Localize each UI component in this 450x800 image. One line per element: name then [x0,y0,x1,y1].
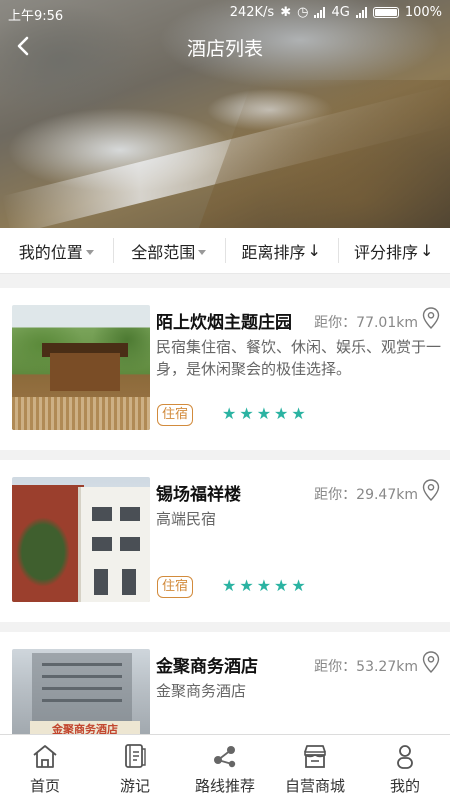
sort-by-distance[interactable]: 距离排序 ↓ [225,228,338,273]
filter-label: 全部范围 [131,242,196,262]
location-pin-icon[interactable] [422,651,440,673]
star-icon: ★ [239,404,254,423]
star-icon: ★ [291,404,306,423]
hotel-description: 金聚商务酒店 [156,682,247,700]
nav-label: 路线推荐 [194,777,255,795]
star-icon: ★ [291,576,306,595]
battery-icon [372,7,399,18]
nav-home[interactable]: 首页 [0,735,90,800]
location-pin-icon[interactable] [422,479,440,501]
nav-route[interactable]: 路线推荐 [180,735,270,800]
status-bar: 上午9:56 242K/s ✱ ◷ 4G 100% [0,0,450,26]
hotel-distance: 距你：77.01km [314,315,418,331]
filter-bar: 我的位置 全部范围 距离排序 ↓ 评分排序 ↓ [0,228,450,274]
profile-icon [397,745,413,769]
bottom-nav: 首页 游记 路线推荐 自营商城 我的 [0,734,450,800]
bluetooth-icon: ✱ [280,5,292,20]
route-icon [214,746,236,768]
filter-label: 我的位置 [18,242,83,262]
sort-arrow-icon: ↓ [420,241,434,260]
filter-location[interactable]: 我的位置 [0,228,113,273]
hotel-name: 锡场福祥楼 [156,485,241,505]
hotel-thumbnail [12,305,150,430]
nav-label: 游记 [119,777,150,795]
hotel-list: 陌上炊烟主题庄园 距你：77.01km 民宿集住宿、餐饮、休闲、娱乐、观赏于一身… [0,288,450,800]
status-right: 242K/s ✱ ◷ 4G 100% [230,5,442,20]
star-icon: ★ [256,576,272,595]
rating-stars: ★ ★ ★ ★ ★ [222,576,306,596]
hotel-card[interactable]: 陌上炊烟主题庄园 距你：77.01km 民宿集住宿、餐饮、休闲、娱乐、观赏于一身… [0,288,450,450]
location-pin-icon[interactable] [422,307,440,329]
status-speed: 242K/s [229,5,275,20]
nav-store[interactable]: 自营商城 [270,735,360,800]
nav-profile[interactable]: 我的 [360,735,450,800]
star-icon: ★ [256,404,272,423]
title-bar: 酒店列表 [0,26,450,66]
nav-label: 首页 [29,777,60,795]
caret-down-icon [198,249,207,255]
signal-icon-2 [355,7,367,18]
store-icon [304,745,326,768]
hotel-description: 民宿集住宿、餐饮、休闲、娱乐、观赏于一身，是休闲聚会的极佳选择。 [156,338,442,378]
home-icon [33,745,57,768]
hotel-distance: 距你：29.47km [314,487,418,503]
notes-icon [125,744,146,768]
star-icon: ★ [222,404,237,423]
hotel-name: 陌上炊烟主题庄园 [156,313,292,333]
star-icon: ★ [239,576,254,595]
alarm-icon: ◷ [297,5,309,20]
hotel-name: 金聚商务酒店 [156,657,258,677]
page-title: 酒店列表 [186,38,263,60]
hotel-thumbnail [12,477,150,602]
banner-ridge [187,80,450,228]
hotel-card[interactable]: 锡场福祥楼 距你：29.47km 高端民宿 住宿 ★ ★ ★ ★ ★ [0,460,450,622]
status-network: 4G [331,5,350,20]
status-battery: 100% [404,5,442,20]
category-tag: 住宿 [157,404,193,426]
sort-arrow-icon: ↓ [307,241,321,260]
caret-down-icon [85,249,94,255]
star-icon: ★ [274,404,289,423]
status-time: 上午9:56 [8,9,64,24]
nav-label: 我的 [389,777,420,795]
rating-stars: ★ ★ ★ ★ ★ [222,404,306,424]
filter-range[interactable]: 全部范围 [112,228,226,273]
sort-by-rating[interactable]: 评分排序 ↓ [337,228,450,273]
star-icon: ★ [274,576,289,595]
nav-label: 自营商城 [284,777,345,795]
filter-label: 距离排序 [241,242,306,262]
category-tag: 住宿 [157,576,193,598]
nav-notes[interactable]: 游记 [90,735,180,800]
hotel-description: 高端民宿 [156,510,217,528]
hotel-distance: 距你：53.27km [314,659,418,675]
star-icon: ★ [222,576,237,595]
signal-icon [314,7,326,18]
filter-label: 评分排序 [354,242,419,262]
